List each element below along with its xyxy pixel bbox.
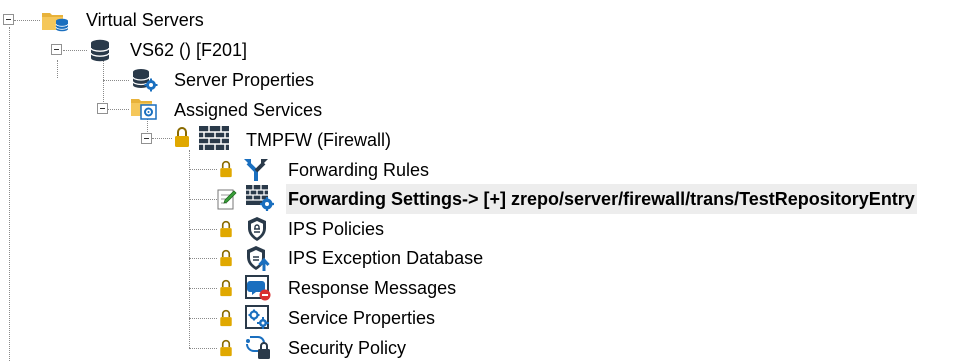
firewall-icon	[199, 126, 229, 150]
database-gear-icon	[132, 69, 158, 92]
tree-line	[189, 318, 217, 319]
lock-icon	[220, 160, 232, 178]
shield-icon	[248, 217, 266, 241]
tree-line	[189, 258, 217, 259]
tree-line	[9, 27, 10, 361]
folder-gear-icon	[131, 99, 157, 120]
firewall-gear-icon	[246, 185, 274, 211]
tree-line	[189, 199, 217, 200]
tree-line	[189, 288, 217, 289]
tree-node-label: TMPFW (Firewall)	[246, 130, 391, 150]
tree-node-label: VS62 () [F201]	[130, 40, 248, 60]
lock-icon	[220, 279, 232, 297]
tree-line	[189, 229, 217, 230]
tree-node-label: Forwarding Settings-> [+] zrepo/server/f…	[286, 184, 917, 214]
tree-line	[63, 50, 87, 51]
tree-node-label: Service Properties	[288, 308, 436, 328]
database-icon	[90, 39, 110, 62]
service-gear-icon	[245, 305, 269, 329]
edit-note-icon	[217, 189, 237, 210]
collapse-toggle-assigned-services[interactable]	[97, 103, 108, 114]
lock-icon	[220, 249, 232, 267]
collapse-toggle-firewall[interactable]	[141, 133, 152, 144]
collapse-toggle-vs62[interactable]	[51, 44, 62, 55]
lock-icon	[175, 127, 189, 147]
collapse-toggle-virtual-servers[interactable]	[3, 14, 14, 25]
lock-icon	[220, 309, 232, 327]
tree-line	[57, 60, 58, 78]
tree-node-label: Assigned Services	[174, 100, 323, 120]
tree-node-label: Response Messages	[288, 278, 457, 298]
tree-line	[189, 348, 217, 349]
shield-upload-icon	[247, 246, 270, 271]
tree-node-label: IPS Exception Database	[288, 248, 484, 268]
security-policy-icon	[246, 336, 270, 359]
tree-line	[14, 20, 40, 21]
lock-icon	[220, 220, 232, 238]
tree-node-label: Security Policy	[288, 338, 407, 358]
tree-node-label: Virtual Servers	[86, 10, 204, 30]
tree-line	[108, 109, 129, 110]
forwarding-rules-icon	[244, 159, 268, 181]
tree-line	[189, 169, 217, 170]
message-stop-icon	[245, 275, 271, 301]
folder-database-icon	[42, 13, 69, 32]
tree-node-label: Server Properties	[174, 70, 315, 90]
tree-node-label: IPS Policies	[288, 219, 385, 239]
lock-icon	[220, 339, 232, 357]
tree-line	[152, 138, 172, 139]
tree-line	[103, 80, 129, 81]
tree-node-label: Forwarding Rules	[288, 160, 430, 180]
